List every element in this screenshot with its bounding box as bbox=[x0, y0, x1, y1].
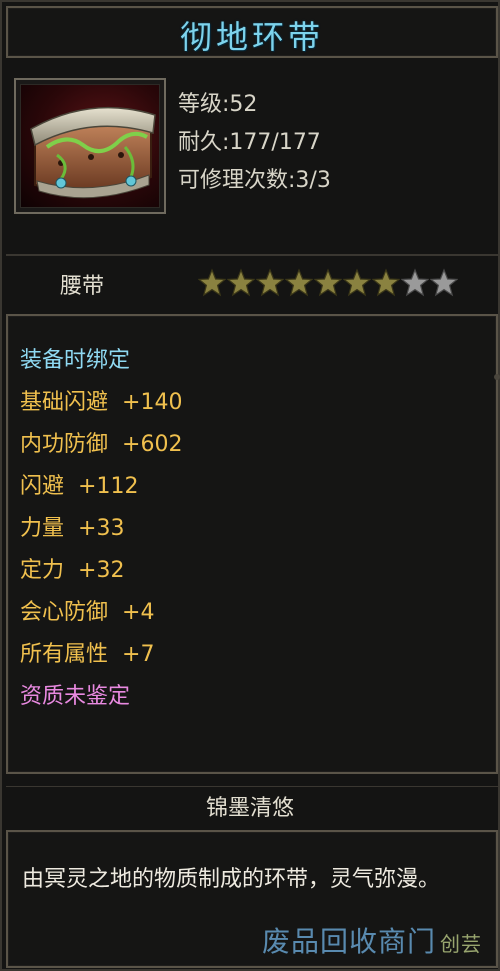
attr-value: +112 bbox=[78, 474, 139, 499]
star-icon bbox=[226, 268, 256, 298]
attr-value: +140 bbox=[122, 390, 183, 415]
attr-value: +33 bbox=[78, 516, 125, 541]
item-tooltip: 彻地环带 等级:52 耐久:177/177 可修理次数:3/3 腰带 装备时绑定… bbox=[0, 0, 500, 971]
set-name: 锦墨清悠 bbox=[205, 796, 294, 821]
watermark-side: 创芸 bbox=[440, 932, 482, 956]
belt-icon bbox=[20, 84, 160, 208]
item-name: 彻地环带 bbox=[179, 18, 324, 56]
quality-status: 资质未鉴定 bbox=[20, 684, 131, 709]
item-repair-count: 可修理次数:3/3 bbox=[178, 168, 331, 193]
attr-name: 力量 bbox=[20, 516, 65, 541]
attr-line: 基础闪避 +140 bbox=[20, 384, 182, 416]
bind-status: 装备时绑定 bbox=[20, 348, 131, 373]
star-icon bbox=[429, 268, 459, 298]
star-icon bbox=[284, 268, 314, 298]
attr-name: 内功防御 bbox=[20, 432, 109, 457]
title-bar: 彻地环带 bbox=[6, 6, 498, 58]
attr-line: 所有属性 +7 bbox=[20, 636, 154, 668]
item-durability: 耐久:177/177 bbox=[178, 130, 321, 155]
star-rating bbox=[197, 268, 459, 300]
star-icon bbox=[197, 268, 227, 298]
star-icon bbox=[342, 268, 372, 298]
attr-name: 会心防御 bbox=[20, 600, 109, 625]
attr-name: 基础闪避 bbox=[20, 390, 109, 415]
star-icon bbox=[400, 268, 430, 298]
attr-value: +7 bbox=[122, 642, 155, 667]
item-icon-frame bbox=[14, 78, 166, 214]
attributes-panel: 装备时绑定 基础闪避 +140 内功防御 +602 闪避 +112 力量 +33 定力 +… bbox=[6, 314, 500, 774]
attr-name: 所有属性 bbox=[20, 642, 109, 667]
attr-line: 定力 +32 bbox=[20, 552, 124, 584]
watermark: 废品回收商门 创芸 bbox=[262, 920, 482, 960]
item-type: 腰带 bbox=[60, 274, 105, 299]
watermark-main: 废品回收商门 bbox=[261, 925, 436, 958]
description-panel: 由冥灵之地的物质制成的环带，灵气弥漫。 废品回收商门 创芸 bbox=[6, 830, 498, 968]
attr-name: 定力 bbox=[20, 558, 65, 583]
divider bbox=[6, 254, 498, 256]
scroll-indicator bbox=[494, 374, 500, 380]
attr-line: 闪避 +112 bbox=[20, 468, 138, 500]
star-icon bbox=[255, 268, 285, 298]
star-icon bbox=[313, 268, 343, 298]
item-description: 由冥灵之地的物质制成的环带，灵气弥漫。 bbox=[22, 867, 441, 892]
attr-line: 会心防御 +4 bbox=[20, 594, 154, 626]
attr-line: 内功防御 +602 bbox=[20, 426, 182, 458]
attr-line: 力量 +33 bbox=[20, 510, 124, 542]
item-level: 等级:52 bbox=[178, 92, 258, 117]
attr-value: +32 bbox=[78, 558, 125, 583]
attr-name: 闪避 bbox=[20, 474, 65, 499]
attr-value: +602 bbox=[122, 432, 183, 457]
attr-value: +4 bbox=[122, 600, 155, 625]
star-icon bbox=[371, 268, 401, 298]
